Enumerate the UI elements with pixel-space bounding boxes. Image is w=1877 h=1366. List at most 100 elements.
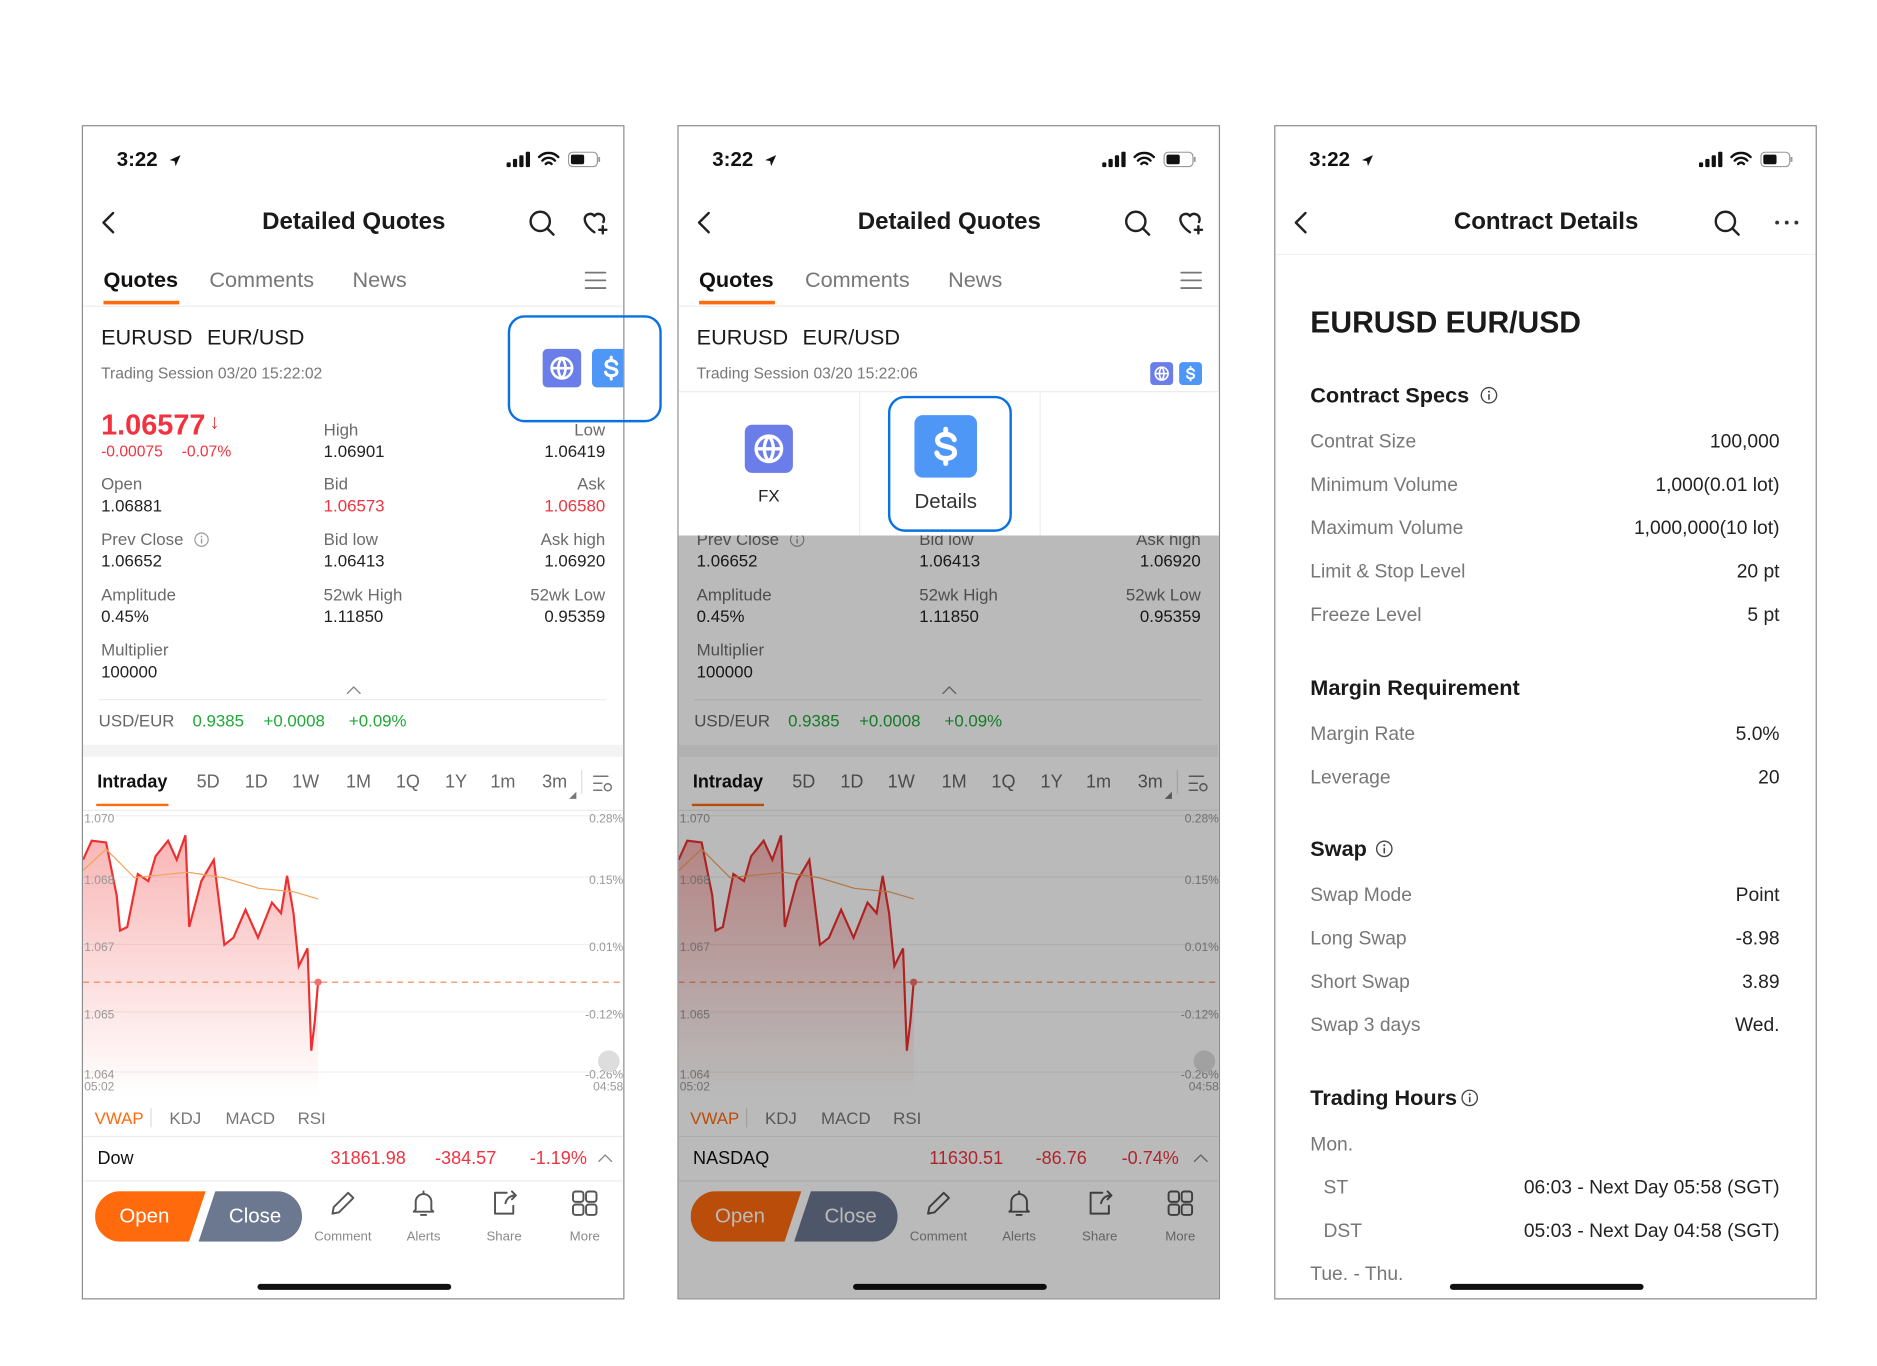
toolbar-label-share[interactable]: Share [486,1230,521,1244]
indicator-kdj[interactable]: KDJ [169,1108,201,1127]
search-icon[interactable] [527,208,556,237]
info-icon[interactable] [1480,386,1498,404]
row-label: DST [1323,1221,1363,1242]
alerts-bell-icon[interactable] [408,1188,439,1219]
y-tick-right: 0.15% [589,874,624,888]
tab-comments[interactable]: Comments [805,268,910,293]
related-pair-value: 0.9385 [192,711,245,731]
more-grid-icon[interactable] [569,1188,600,1219]
add-to-watchlist-icon[interactable] [580,208,609,237]
indicator-macd[interactable]: MACD [225,1108,275,1127]
related-pair-pct: +0.09% [348,711,407,731]
period-tab-1w[interactable]: 1W [292,772,319,792]
period-tab-1d[interactable]: 1D [245,772,268,792]
price-change-pct: -0.07% [181,442,232,461]
indicator-rsi[interactable]: RSI [298,1108,326,1127]
more-options-icon[interactable] [1772,208,1801,237]
chart-settings-icon[interactable] [591,771,615,795]
search-icon[interactable] [1712,208,1741,237]
related-pair-name[interactable]: USD/EUR [99,711,175,730]
fullscreen-button[interactable] [597,1050,620,1073]
fx-badge-icon[interactable] [1150,362,1174,386]
info-icon[interactable] [1375,840,1393,858]
phone-screen-contract-details: 3:22 Contract Details EURUSD EUR/USD Contra… [1274,125,1817,1300]
back-chevron-icon[interactable] [1287,208,1316,237]
period-tab-1q[interactable]: 1Q [396,772,420,792]
search-icon[interactable] [1123,208,1152,237]
tab-quotes[interactable]: Quotes [699,268,774,293]
stat-label-ask: Ask [577,474,606,494]
wifi-icon [1730,151,1752,168]
screen-content: 3:22 Detailed Quotes Quotes Comments News EUR… [678,126,1219,1299]
symbol-code: EURUSD [101,325,193,350]
open-position-button[interactable]: Open [95,1191,206,1242]
period-tab-1m[interactable]: 1M [346,772,371,792]
active-tab-underline [103,300,180,305]
period-tab-intraday[interactable]: Intraday [97,772,167,792]
period-tab-5d[interactable]: 5D [197,772,220,792]
close-position-button[interactable]: Close [198,1191,303,1242]
section-title: Contract Specs [1310,383,1470,408]
globe-icon [744,424,793,473]
symbol-code: EURUSD [696,325,789,350]
phone-screen-screen2: 3:22 Detailed Quotes Quotes Comments News EUR… [677,125,1221,1300]
page-title: Contract Details [1453,208,1639,236]
toolbar-label-more[interactable]: More [570,1230,600,1244]
stat-value: 1.06419 [544,441,606,461]
menu-icon[interactable] [1178,267,1204,293]
popup-item-fx[interactable]: FX [679,392,859,536]
toolbar-label-alerts[interactable]: Alerts [407,1230,441,1244]
price-chart: 1.070 0.28% 1.068 0.15% 1.067 0.01% 1.065 -0.12… [83,810,624,1097]
cellular-signal-icon [1102,151,1126,168]
divider [83,1135,624,1138]
info-icon[interactable] [1461,1089,1479,1107]
period-tab-3m[interactable]: 3m [542,772,567,792]
section-title: Swap [1310,836,1367,861]
active-tab-underline [699,300,775,305]
phone-screen-screen1: 3:22 Detailed Quotes Quotes Comments News EUR… [81,125,662,1300]
y-tick-left: 1.067 [84,941,115,955]
index-change: -384.57 [435,1148,497,1169]
symbol-name: EUR/USD [206,325,305,350]
indicator-vwap[interactable]: VWAP [95,1108,144,1127]
details-badge-icon[interactable] [1179,362,1202,386]
stat-value: 1.06881 [101,495,162,515]
index-pct: -1.19% [529,1148,587,1169]
tab-comments[interactable]: Comments [209,268,314,293]
location-arrow-icon [764,152,777,167]
back-chevron-icon[interactable] [95,208,124,237]
stat-label-open: Open [101,474,143,494]
stat-value: 0.45% [101,606,149,626]
location-arrow-icon [168,152,181,167]
index-name[interactable]: Dow [97,1148,133,1168]
period-tab-1y[interactable]: 1Y [445,772,467,792]
expand-caret-icon[interactable] [594,1148,616,1170]
menu-icon[interactable] [582,267,608,293]
screen-content: 3:22 Detailed Quotes Quotes Comments News EUR… [83,126,624,1298]
battery-icon [1760,151,1794,168]
toolbar-label-comment[interactable]: Comment [314,1230,371,1244]
info-icon[interactable] [194,532,210,548]
tab-news[interactable]: News [353,268,407,293]
section-title: Margin Requirement [1310,675,1520,700]
tab-news[interactable]: News [948,268,1002,293]
comment-icon[interactable] [327,1188,358,1219]
index-value: 31861.98 [330,1148,406,1169]
stat-label-52wk-high: 52wk High [323,584,403,605]
share-icon[interactable] [488,1188,519,1219]
tab-quotes[interactable]: Quotes [103,268,178,293]
stat-value: 1.06573 [323,495,385,515]
back-chevron-icon[interactable] [691,208,720,237]
stat-value: 1.06920 [544,551,606,571]
add-to-watchlist-icon[interactable] [1176,208,1205,237]
row-label: Long Swap [1310,928,1407,950]
stat-label-high: High [323,419,359,440]
chart-svg[interactable] [83,810,624,1097]
period-tab-1m[interactable]: 1m [490,772,515,792]
stat-label-bid-low: Bid low [323,529,378,549]
battery-icon [567,151,602,168]
row-value: 20 pt [1736,561,1780,583]
row-value: Point [1735,885,1780,907]
active-period-underline [96,803,169,807]
row-value: 100,000 [1709,431,1780,453]
